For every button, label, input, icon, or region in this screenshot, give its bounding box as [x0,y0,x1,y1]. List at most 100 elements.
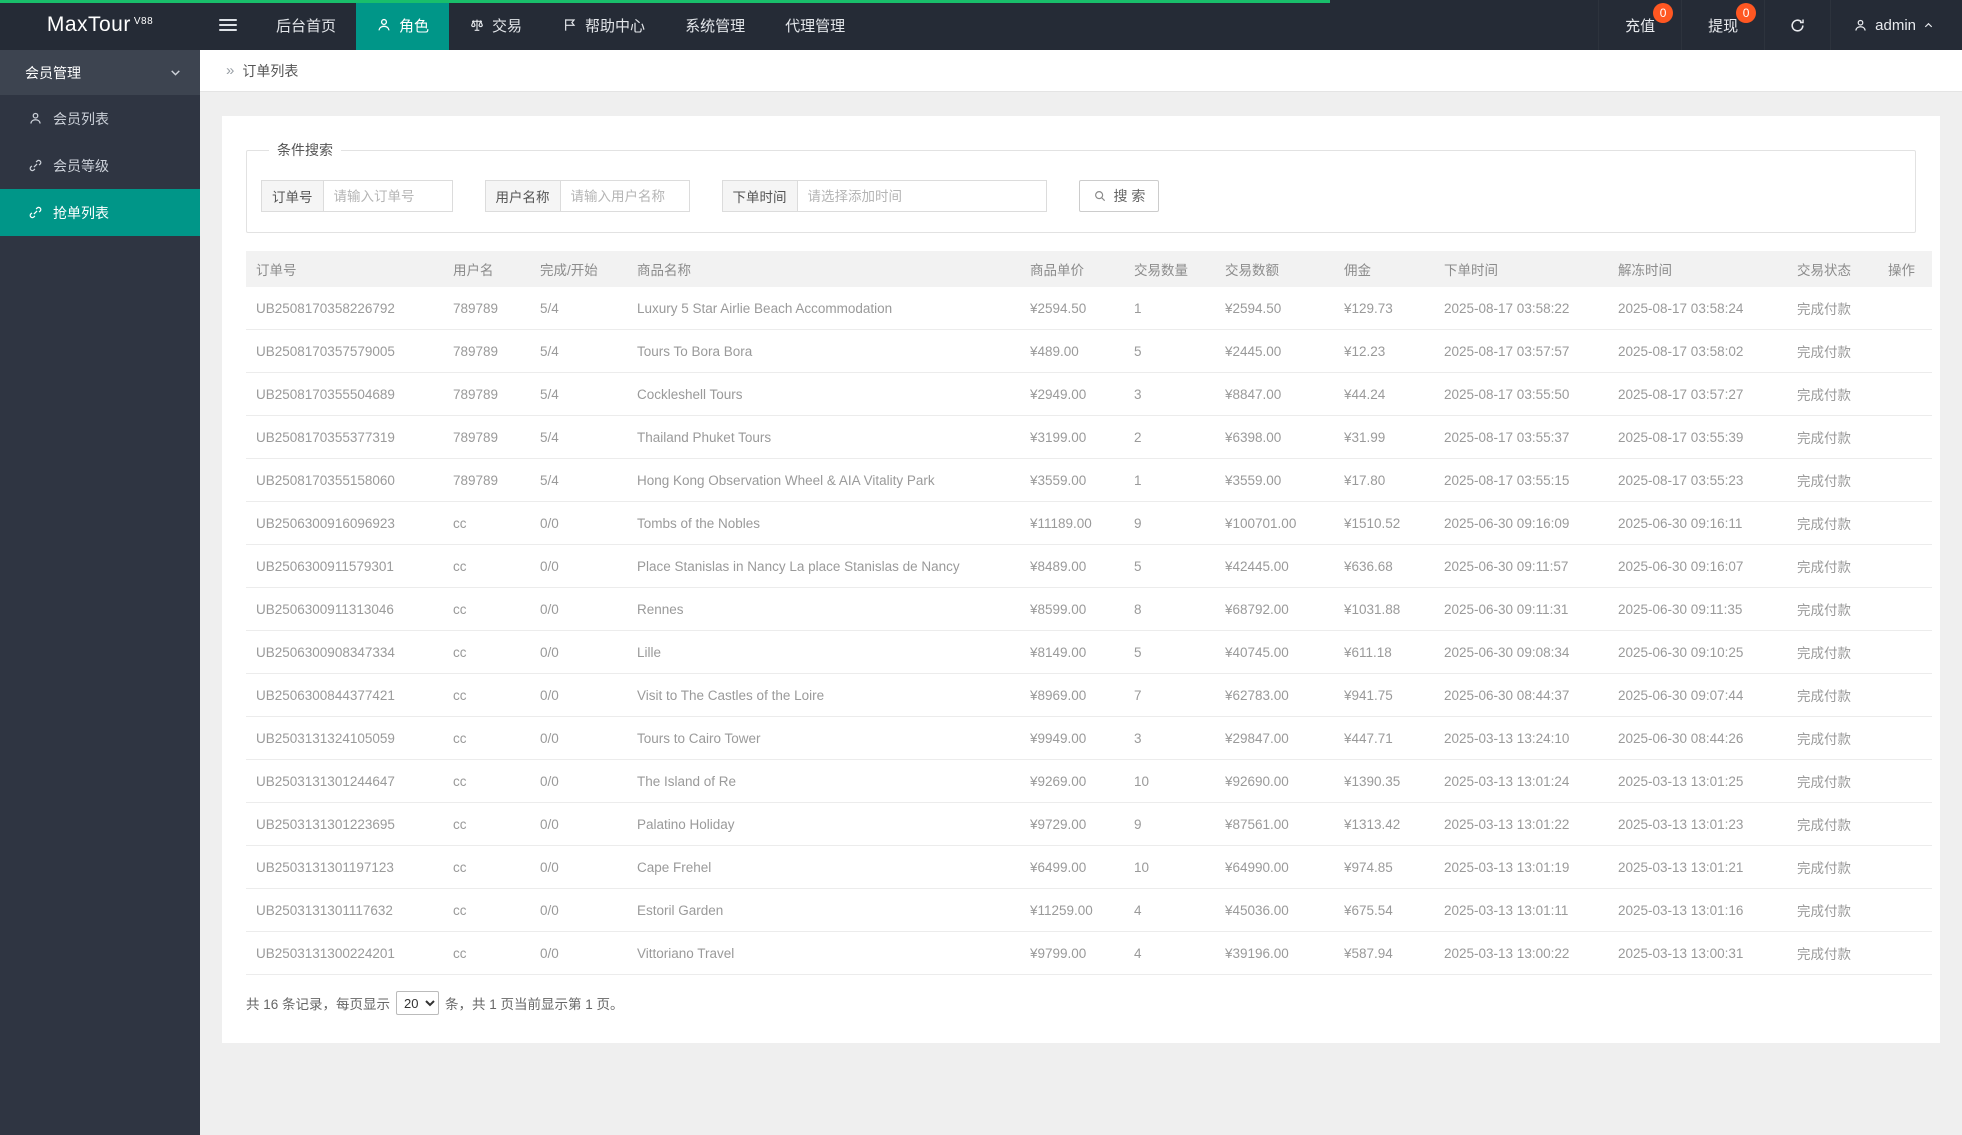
table-row: UB2508170355377319 789789 5/4 Thailand P… [246,416,1932,459]
cell-unfreeze-time: 2025-06-30 09:16:07 [1608,545,1787,588]
username-input[interactable] [560,180,690,212]
nav-item-roles[interactable]: 角色 [356,0,449,50]
table-row: UB2506300911313046 cc 0/0 Rennes ¥8599.0… [246,588,1932,631]
cell-username: cc [443,932,530,975]
table-row: UB2506300911579301 cc 0/0 Place Stanisla… [246,545,1932,588]
page-size-select[interactable]: 20 [396,991,439,1015]
pagination-prefix: 共 16 条记录，每页显示 [246,993,390,1013]
cell-amount: ¥92690.00 [1215,760,1334,803]
cell-username: 789789 [443,330,530,373]
sidebar-item-member-list[interactable]: 会员列表 [0,95,200,142]
cell-unit-price: ¥489.00 [1020,330,1124,373]
cell-unit-price: ¥9799.00 [1020,932,1124,975]
cell-done-start: 0/0 [530,631,627,674]
cell-username: cc [443,674,530,717]
cell-actions [1878,373,1932,416]
cell-commission: ¥974.85 [1334,846,1434,889]
table-row: UB2508170357579005 789789 5/4 Tours To B… [246,330,1932,373]
table-row: UB2508170358226792 789789 5/4 Luxury 5 S… [246,287,1932,330]
cell-username: cc [443,717,530,760]
link-icon [28,158,43,173]
recharge-badge: 0 [1653,3,1673,23]
col-quantity: 交易数量 [1124,251,1215,287]
cell-done-start: 0/0 [530,889,627,932]
cell-unit-price: ¥9729.00 [1020,803,1124,846]
sidebar-item-member-level[interactable]: 会员等级 [0,142,200,189]
cell-actions [1878,760,1932,803]
cell-unit-price: ¥8969.00 [1020,674,1124,717]
cell-done-start: 5/4 [530,287,627,330]
nav-item-dashboard[interactable]: 后台首页 [256,0,356,50]
cell-actions [1878,631,1932,674]
cell-status: 完成付款 [1787,889,1878,932]
nav-item-help-center[interactable]: 帮助中心 [542,0,665,50]
cell-username: cc [443,846,530,889]
nav-item-agents[interactable]: 代理管理 [765,0,865,50]
topbar-right: 充值 0 提现 0 admin [1598,0,1962,50]
cell-actions [1878,889,1932,932]
cell-unfreeze-time: 2025-06-30 09:16:11 [1608,502,1787,545]
user-menu[interactable]: admin [1830,0,1962,50]
cell-done-start: 0/0 [530,760,627,803]
cell-unfreeze-time: 2025-06-30 09:11:35 [1608,588,1787,631]
cell-commission: ¥129.73 [1334,287,1434,330]
cell-quantity: 5 [1124,545,1215,588]
order-no-input[interactable] [323,180,453,212]
cell-unfreeze-time: 2025-08-17 03:58:02 [1608,330,1787,373]
pagination-suffix: 条，共 1 页当前显示第 1 页。 [445,993,624,1013]
recharge-button[interactable]: 充值 0 [1598,0,1681,50]
cell-quantity: 5 [1124,330,1215,373]
cell-unfreeze-time: 2025-06-30 09:10:25 [1608,631,1787,674]
cell-order-no: UB2503131300224201 [246,932,443,975]
table-row: UB2503131301117632 cc 0/0 Estoril Garden… [246,889,1932,932]
cell-commission: ¥587.94 [1334,932,1434,975]
cell-done-start: 0/0 [530,545,627,588]
cell-commission: ¥1313.42 [1334,803,1434,846]
search-button[interactable]: 搜 索 [1079,180,1160,212]
cell-order-time: 2025-08-17 03:58:22 [1434,287,1608,330]
cell-actions [1878,674,1932,717]
cell-status: 完成付款 [1787,846,1878,889]
cell-unfreeze-time: 2025-06-30 08:44:26 [1608,717,1787,760]
refresh-button[interactable] [1764,0,1830,50]
cell-commission: ¥12.23 [1334,330,1434,373]
order-no-field-group: 订单号 [261,180,453,212]
cell-amount: ¥42445.00 [1215,545,1334,588]
sidebar-item-order-grab-list[interactable]: 抢单列表 [0,189,200,236]
table-row: UB2503131300224201 cc 0/0 Vittoriano Tra… [246,932,1932,975]
sidebar-group-member-management[interactable]: 会员管理 [0,50,200,95]
cell-done-start: 0/0 [530,502,627,545]
cell-product-name: Luxury 5 Star Airlie Beach Accommodation [627,287,1020,330]
cell-commission: ¥941.75 [1334,674,1434,717]
cell-amount: ¥2445.00 [1215,330,1334,373]
nav-item-transactions[interactable]: 交易 [449,0,542,50]
nav-item-system[interactable]: 系统管理 [665,0,765,50]
cell-done-start: 0/0 [530,803,627,846]
cell-unfreeze-time: 2025-08-17 03:55:39 [1608,416,1787,459]
table-row: UB2503131324105059 cc 0/0 Tours to Cairo… [246,717,1932,760]
col-actions: 操作 [1878,251,1932,287]
cell-product-name: Cape Frehel [627,846,1020,889]
flag-icon [562,17,578,33]
cell-order-no: UB2506300916096923 [246,502,443,545]
cell-actions [1878,502,1932,545]
sidebar-toggle-button[interactable] [200,0,256,50]
order-time-input[interactable] [797,180,1047,212]
cell-order-no: UB2508170358226792 [246,287,443,330]
cell-order-no: UB2506300908347334 [246,631,443,674]
table-row: UB2506300916096923 cc 0/0 Tombs of the N… [246,502,1932,545]
cell-commission: ¥1031.88 [1334,588,1434,631]
order-time-label: 下单时间 [722,180,797,212]
cell-username: cc [443,803,530,846]
cell-username: 789789 [443,416,530,459]
col-product-name: 商品名称 [627,251,1020,287]
cell-status: 完成付款 [1787,373,1878,416]
cell-username: 789789 [443,287,530,330]
cell-quantity: 4 [1124,889,1215,932]
withdraw-button[interactable]: 提现 0 [1681,0,1764,50]
cell-commission: ¥17.80 [1334,459,1434,502]
search-icon [1093,189,1107,203]
col-done-start: 完成/开始 [530,251,627,287]
order-time-field-group: 下单时间 [722,180,1047,212]
cell-unfreeze-time: 2025-03-13 13:00:31 [1608,932,1787,975]
